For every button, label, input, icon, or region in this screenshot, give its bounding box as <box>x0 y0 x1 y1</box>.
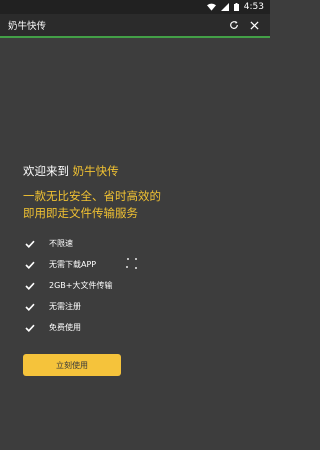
wifi-icon <box>206 3 216 11</box>
feature-item: 不限速 <box>23 233 253 254</box>
feature-label: 免费使用 <box>49 323 81 332</box>
battery-icon <box>233 3 239 11</box>
feature-item: 2GB+大文件传输 <box>23 275 253 296</box>
app-title: 奶牛快传 <box>8 21 47 32</box>
welcome-prefix: 欢迎来到 <box>23 164 73 178</box>
close-icon[interactable] <box>244 15 264 35</box>
cellular-icon <box>220 3 229 11</box>
feature-item: 免费使用 <box>23 317 253 338</box>
feature-label: 无需下载APP <box>49 260 97 269</box>
app-bar: 奶牛快传 <box>0 14 270 38</box>
tagline: 一款无比安全、省时高效的 即用即走文件传输服务 <box>23 188 253 222</box>
check-icon <box>23 258 37 272</box>
feature-list: 不限速 无需下载APP 2GB+大文件传输 无需注册 免费使用 <box>23 233 253 338</box>
check-icon <box>23 279 37 293</box>
welcome-heading: 欢迎来到 奶牛快传 <box>23 163 253 180</box>
tagline-line-1: 一款无比安全、省时高效的 <box>23 189 161 203</box>
tagline-line-2: 即用即走文件传输服务 <box>23 206 138 220</box>
brand-name: 奶牛快传 <box>72 164 119 178</box>
feature-label: 不限速 <box>49 239 73 248</box>
refresh-icon[interactable] <box>224 15 244 35</box>
feature-item: 无需下载APP <box>23 254 253 275</box>
check-icon <box>23 321 37 335</box>
check-icon <box>23 237 37 251</box>
feature-label: 2GB+大文件传输 <box>49 281 113 290</box>
check-icon <box>23 300 37 314</box>
feature-item: 无需注册 <box>23 296 253 317</box>
start-button[interactable]: 立刻使用 <box>23 354 121 376</box>
feature-label: 无需注册 <box>49 302 81 311</box>
status-bar: 4:53 <box>0 0 270 14</box>
welcome-panel: 欢迎来到 奶牛快传 一款无比安全、省时高效的 即用即走文件传输服务 不限速 无需… <box>23 163 253 376</box>
loading-spinner-icon <box>126 258 138 270</box>
status-time: 4:53 <box>243 2 264 12</box>
